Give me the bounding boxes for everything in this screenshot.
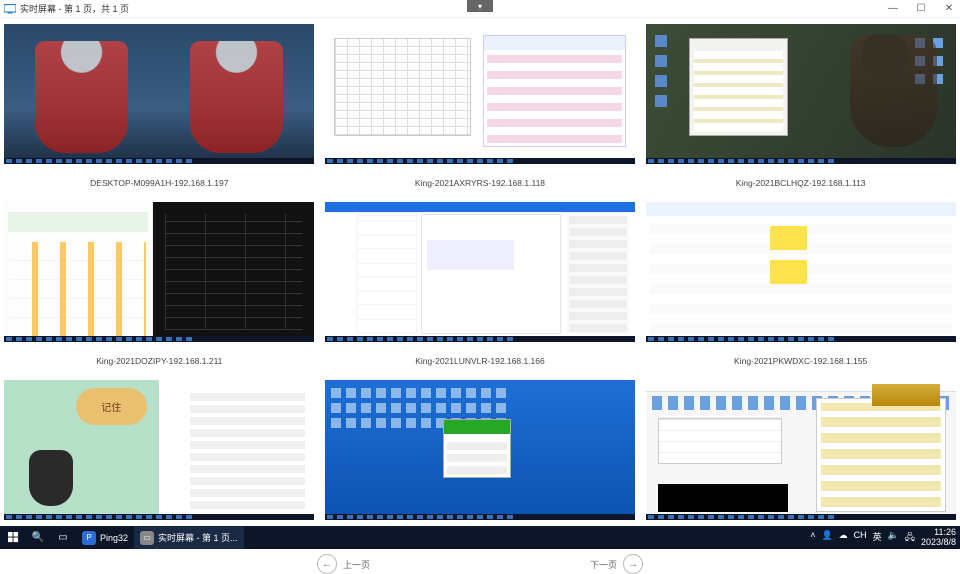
taskbar-right: ˄ 👤 ☁ CH 英 🔈 🖧 11:26 2023/8/8 [810,526,960,549]
monitor-icon: ▭ [140,531,154,545]
thumbnail[interactable] [4,380,314,520]
window-controls: — ☐ ✕ [886,3,956,14]
tile-label: King-2021PKWDXC-192.168.1.155 [734,356,867,366]
ime-icon[interactable]: CH [854,530,867,546]
tile-label: DESKTOP-M099A1H-192.168.1.197 [90,178,228,188]
taskbar-clock[interactable]: 11:26 2023/8/8 [921,528,956,548]
clock-date: 2023/8/8 [921,538,956,548]
window-title: 实时屏幕 - 第 1 页，共 1 页 [20,2,129,15]
maximize-button[interactable]: ☐ [914,3,928,14]
start-button[interactable] [0,526,26,549]
tile-label: King-2021DOZIPY-192.168.1.211 [96,356,222,366]
thumbnail[interactable] [4,24,314,164]
close-button[interactable]: ✕ [942,3,956,14]
tile-label: King-2021BCLHQZ-192.168.1.113 [736,178,866,188]
screen-tile[interactable]: King-2021LUNVLR-192.168.1.166 [323,202,638,374]
pager-prev-group: ← 上一页 [317,554,370,574]
thumbnail[interactable] [646,202,956,342]
sound-icon[interactable]: 🔈 [888,530,899,546]
system-tray: ˄ 👤 ☁ CH 英 🔈 🖧 [810,530,915,546]
task-view-icon[interactable]: ▭ [50,526,76,549]
taskbar-app[interactable]: ▭ 实时屏幕 - 第 1 页... [134,526,244,549]
thumbnail-grid: DESKTOP-M099A1H-192.168.1.197 King-2021A… [2,24,958,552]
taskbar-left: 🔍 ▭ P Ping32 ▭ 实时屏幕 - 第 1 页... [0,526,244,549]
tray-overflow-icon[interactable]: ˄ [810,530,815,546]
app-label: 实时屏幕 - 第 1 页... [158,531,238,544]
thumbnail[interactable] [4,202,314,342]
tile-label: King-2021LUNVLR-192.168.1.166 [415,356,544,366]
onedrive-icon[interactable]: ☁ [839,530,848,546]
screen-tile[interactable]: DESKTOP-M099A1H-192.168.1.197 [2,24,317,196]
screen-tile[interactable]: King-2021BCLHQZ-192.168.1.113 [643,24,958,196]
thumbnail[interactable] [646,380,956,520]
network-icon[interactable]: 🖧 [905,530,915,546]
monitor-icon [4,4,16,14]
next-page-button[interactable]: → [623,554,643,574]
pager: ← 上一页 下一页 → [2,554,958,574]
app-icon: P [82,531,96,545]
tile-label: King-2021AXRYRS-192.168.1.118 [415,178,545,188]
thumbnail[interactable] [646,24,956,164]
screen-tile[interactable]: King-2021AXRYRS-192.168.1.118 [323,24,638,196]
next-page-label: 下一页 [590,558,617,571]
thumbnail[interactable] [325,24,635,164]
taskbar-app[interactable]: P Ping32 [76,526,134,549]
prev-page-label: 上一页 [343,558,370,571]
taskbar: 🔍 ▭ P Ping32 ▭ 实时屏幕 - 第 1 页... ˄ 👤 ☁ CH … [0,526,960,549]
thumbnail[interactable] [325,202,635,342]
app-label: Ping32 [100,533,128,543]
search-icon[interactable]: 🔍 [26,526,50,549]
thumbnail-grid-wrap: DESKTOP-M099A1H-192.168.1.197 King-2021A… [0,18,960,574]
minimize-button[interactable]: — [886,3,900,14]
thumbnail[interactable] [325,380,635,520]
screen-tile[interactable]: King-2021DOZIPY-192.168.1.211 [2,202,317,374]
screen-tile[interactable]: King-2021PKWDXC-192.168.1.155 [643,202,958,374]
ime-mode-icon[interactable]: 英 [873,530,882,546]
prev-page-button[interactable]: ← [317,554,337,574]
collapse-toggle[interactable]: ▾ [467,0,493,12]
people-icon[interactable]: 👤 [821,530,832,546]
pager-next-group: 下一页 → [590,554,643,574]
